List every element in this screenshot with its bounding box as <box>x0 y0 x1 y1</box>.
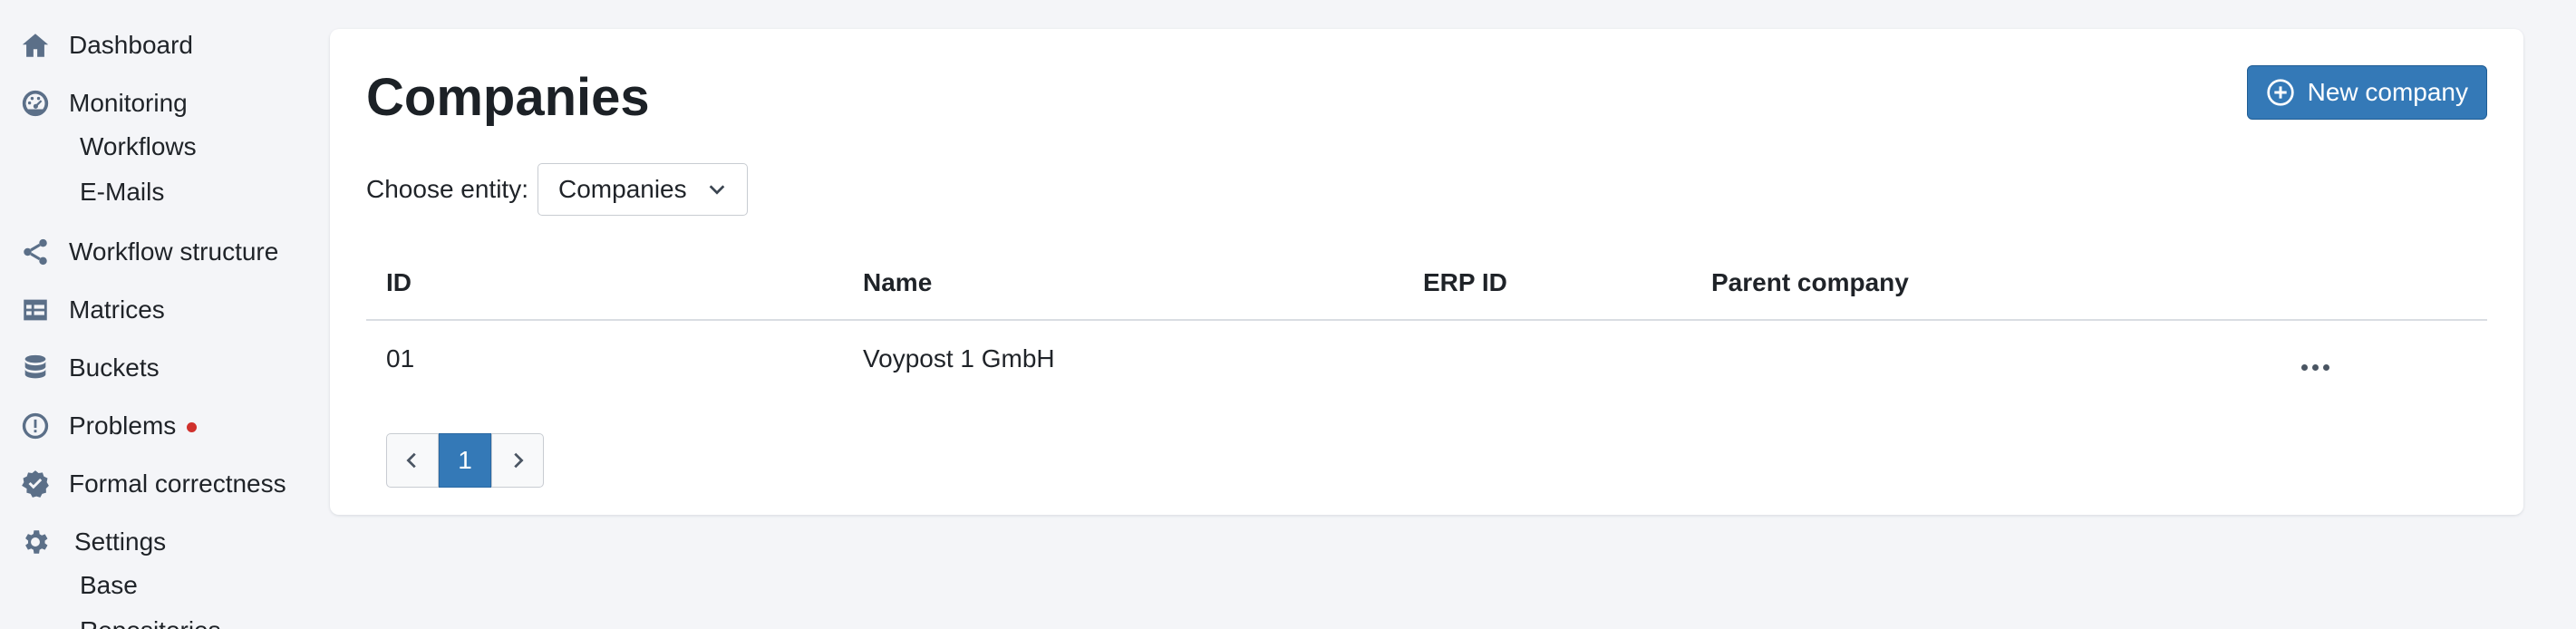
column-header-name[interactable]: Name <box>863 268 932 297</box>
sidebar-subitem-emails[interactable]: E-Mails <box>80 178 164 207</box>
database-icon <box>18 351 53 385</box>
sidebar-item-label: Formal correctness <box>69 469 286 498</box>
sidebar-item-label: Settings <box>74 527 167 556</box>
sidebar-item-workflow-structure[interactable]: Workflow structure <box>18 230 278 274</box>
next-page-button[interactable] <box>491 433 544 488</box>
sidebar-item-formal-correctness[interactable]: Formal correctness <box>18 462 286 506</box>
entity-select[interactable]: Companies <box>537 163 748 216</box>
share-nodes-icon <box>18 235 53 269</box>
page-title: Companies <box>366 68 650 127</box>
sidebar-subitem-workflows[interactable]: Workflows <box>80 132 197 161</box>
pagination: 1 <box>386 433 544 488</box>
sidebar-item-label: Workflow structure <box>69 237 279 266</box>
chevron-left-icon <box>406 452 416 469</box>
check-badge-icon <box>18 467 53 501</box>
home-icon <box>18 28 53 63</box>
sidebar-item-buckets[interactable]: Buckets <box>18 346 160 390</box>
gauge-icon <box>18 86 53 121</box>
plus-circle-icon <box>2266 78 2295 107</box>
entity-selected-value: Companies <box>558 175 687 203</box>
sidebar-item-matrices[interactable]: Matrices <box>18 288 165 332</box>
table-header: ID Name ERP ID Parent company <box>366 248 2487 321</box>
column-header-erp-id[interactable]: ERP ID <box>1423 268 1507 297</box>
sidebar-item-label: Problems <box>69 411 177 440</box>
sidebar-item-label: Matrices <box>69 295 165 324</box>
chevron-right-icon <box>514 452 524 469</box>
cell-id: 01 <box>386 344 415 373</box>
app: Dashboard Monitoring Workflows E-Mails W… <box>0 0 2576 629</box>
sidebar-item-label: Monitoring <box>69 89 188 117</box>
new-company-button[interactable]: New company <box>2246 65 2487 120</box>
sidebar-item-problems[interactable]: Problems <box>18 404 198 448</box>
chevron-down-icon <box>707 179 727 199</box>
page-button-current[interactable]: 1 <box>439 433 491 488</box>
companies-card: Companies New company Choose entity: Com… <box>330 29 2523 515</box>
row-actions-menu-icon[interactable] <box>2298 361 2333 374</box>
column-header-id[interactable]: ID <box>386 268 412 297</box>
previous-page-button[interactable] <box>386 433 439 488</box>
companies-table: ID Name ERP ID Parent company 01 Voypost… <box>366 248 2487 408</box>
alert-circle-icon <box>18 409 53 443</box>
sidebar-item-dashboard[interactable]: Dashboard <box>18 24 193 67</box>
sidebar-subitem-base[interactable]: Base <box>80 571 138 600</box>
column-header-parent-company[interactable]: Parent company <box>1711 268 1909 297</box>
cell-name: Voypost 1 GmbH <box>863 344 1055 373</box>
sidebar-subitem-repositories[interactable]: Repositories <box>80 616 221 629</box>
sidebar: Dashboard Monitoring Workflows E-Mails W… <box>0 0 326 629</box>
table-row[interactable]: 01 Voypost 1 GmbH <box>366 321 2487 408</box>
sidebar-item-label: Buckets <box>69 353 160 382</box>
entity-chooser: Choose entity: Companies <box>366 163 748 216</box>
sidebar-item-settings[interactable]: Settings <box>18 520 166 564</box>
sidebar-item-monitoring[interactable]: Monitoring <box>18 82 188 125</box>
gear-icon <box>18 525 53 559</box>
table-icon <box>18 293 53 327</box>
new-company-label: New company <box>2307 78 2468 106</box>
sidebar-item-label: Dashboard <box>69 31 193 59</box>
alert-dot <box>187 421 198 432</box>
entity-label: Choose entity: <box>366 175 528 203</box>
